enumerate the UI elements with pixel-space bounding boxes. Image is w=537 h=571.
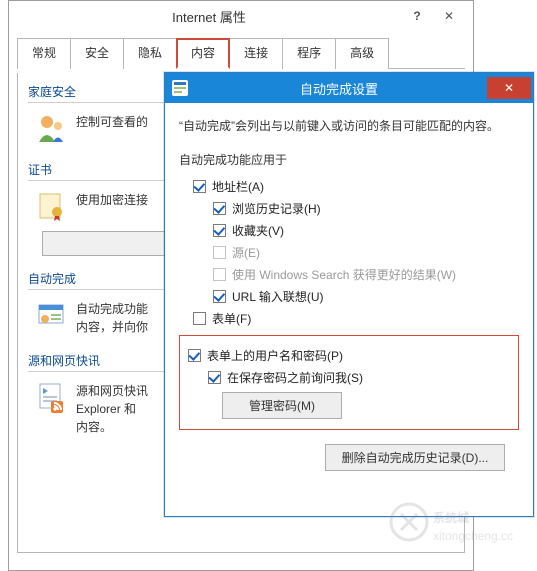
checkbox-row-history: 浏览历史记录(H) bbox=[213, 200, 519, 217]
checkbox-history[interactable] bbox=[213, 202, 226, 215]
checkbox-askpass[interactable] bbox=[208, 371, 221, 384]
checkbox-row-addressbar: 地址栏(A) bbox=[193, 178, 519, 195]
manage-passwords-button[interactable]: 管理密码(M) bbox=[222, 392, 342, 419]
checkbox-favorites[interactable] bbox=[213, 224, 226, 237]
tab-connections[interactable]: 连接 bbox=[229, 38, 283, 69]
tab-content[interactable]: 内容 bbox=[176, 38, 230, 69]
feed-icon bbox=[34, 380, 68, 414]
label-history: 浏览历史记录(H) bbox=[232, 200, 321, 217]
parent-titlebar: Internet 属性 ? ✕ bbox=[9, 1, 473, 31]
checkbox-forms[interactable] bbox=[193, 312, 206, 325]
tab-programs[interactable]: 程序 bbox=[282, 38, 336, 69]
checkbox-feeds bbox=[213, 246, 226, 259]
label-addressbar: 地址栏(A) bbox=[212, 178, 264, 195]
autocomplete-icon bbox=[34, 298, 68, 332]
dialog-icon bbox=[169, 77, 191, 99]
checkbox-addressbar[interactable] bbox=[193, 180, 206, 193]
tab-general[interactable]: 常规 bbox=[17, 38, 71, 69]
child-title: 自动完成设置 bbox=[191, 79, 487, 98]
checkbox-urlsuggest[interactable] bbox=[213, 290, 226, 303]
highlighted-section: 表单上的用户名和密码(P) 在保存密码之前询问我(S) 管理密码(M) bbox=[179, 335, 519, 430]
checkbox-winsearch bbox=[213, 268, 226, 281]
label-urlsuggest: URL 输入联想(U) bbox=[232, 288, 324, 305]
label-winsearch: 使用 Windows Search 获得更好的结果(W) bbox=[232, 266, 456, 283]
checkbox-row-formsuser: 表单上的用户名和密码(P) bbox=[188, 347, 510, 364]
certificate-icon bbox=[34, 189, 68, 223]
label-favorites: 收藏夹(V) bbox=[232, 222, 284, 239]
checkbox-row-favorites: 收藏夹(V) bbox=[213, 222, 519, 239]
child-body: “自动完成”会列出与以前键入或访问的条目可能匹配的内容。 自动完成功能应用于 地… bbox=[165, 103, 533, 481]
tab-advanced[interactable]: 高级 bbox=[335, 38, 389, 69]
family-safety-icon bbox=[34, 111, 68, 145]
close-icon: ✕ bbox=[504, 81, 514, 95]
label-forms: 表单(F) bbox=[212, 310, 251, 327]
close-button[interactable]: ✕ bbox=[431, 5, 467, 27]
tabstrip: 常规 安全 隐私 内容 连接 程序 高级 bbox=[17, 37, 465, 69]
checkbox-row-forms: 表单(F) bbox=[193, 310, 519, 327]
checkbox-row-winsearch: 使用 Windows Search 获得更好的结果(W) bbox=[213, 266, 519, 283]
tab-privacy[interactable]: 隐私 bbox=[123, 38, 177, 69]
checkbox-row-urlsuggest: URL 输入联想(U) bbox=[213, 288, 519, 305]
child-legend: 自动完成功能应用于 bbox=[179, 151, 519, 168]
help-button[interactable]: ? bbox=[403, 5, 431, 27]
checkbox-row-feeds: 源(E) bbox=[213, 244, 519, 261]
checkbox-formsuser[interactable] bbox=[188, 349, 201, 362]
parent-title: Internet 属性 bbox=[15, 7, 403, 26]
child-hint: “自动完成”会列出与以前键入或访问的条目可能匹配的内容。 bbox=[179, 117, 519, 135]
delete-history-button[interactable]: 删除自动完成历史记录(D)... bbox=[325, 444, 505, 471]
parent-window-controls: ? ✕ bbox=[403, 5, 467, 27]
checkbox-row-askpass: 在保存密码之前询问我(S) bbox=[208, 369, 510, 386]
label-formsuser: 表单上的用户名和密码(P) bbox=[207, 347, 343, 364]
tab-security[interactable]: 安全 bbox=[70, 38, 124, 69]
label-feeds: 源(E) bbox=[232, 244, 260, 261]
child-close-button[interactable]: ✕ bbox=[487, 77, 531, 99]
child-titlebar: 自动完成设置 ✕ bbox=[165, 73, 533, 103]
label-askpass: 在保存密码之前询问我(S) bbox=[227, 369, 363, 386]
child-footer: 删除自动完成历史记录(D)... bbox=[179, 444, 519, 471]
autocomplete-settings-dialog: 自动完成设置 ✕ “自动完成”会列出与以前键入或访问的条目可能匹配的内容。 自动… bbox=[164, 72, 534, 517]
